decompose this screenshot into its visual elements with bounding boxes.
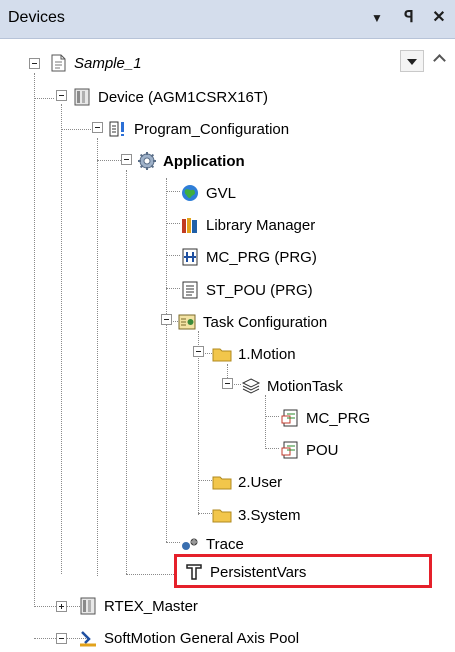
program-configuration-label: Program_Configuration (134, 120, 290, 138)
expander-program-configuration[interactable] (92, 122, 103, 133)
st-pou-label: ST_POU (PRG) (206, 281, 313, 299)
library-manager-label: Library Manager (206, 216, 316, 234)
task-configuration-label: Task Configuration (203, 313, 328, 331)
program-call-icon (281, 409, 298, 427)
tree-node-application[interactable]: Application (137, 148, 245, 174)
panel-title-bar: Devices ▼ ꟼ ✕ (0, 0, 455, 39)
panel-title: Devices (8, 9, 65, 26)
tree-node-library-manager[interactable]: Library Manager (180, 212, 315, 238)
tree-node-motion-task-mc-prg[interactable]: MC_PRG (280, 405, 370, 431)
rtex-master-label: RTEX_Master (104, 597, 198, 615)
tree-node-task-configuration[interactable]: Task Configuration (177, 309, 327, 335)
system-folder-label: 3.System (238, 506, 301, 524)
expander-device[interactable] (56, 90, 67, 101)
tree-node-motion-folder[interactable]: 1.Motion (212, 341, 296, 367)
highlight-box (174, 554, 432, 588)
program-configuration-icon (109, 121, 124, 137)
tree-node-system-folder[interactable]: 3.System (212, 502, 301, 528)
device-icon (74, 88, 90, 106)
text-document-icon (182, 281, 198, 299)
project-label: Sample_1 (74, 54, 142, 72)
tree-node-st-pou[interactable]: ST_POU (PRG) (180, 277, 313, 303)
tree-node-project[interactable]: Sample_1 (48, 50, 142, 76)
tree-node-mc-prg[interactable]: MC_PRG (PRG) (180, 244, 317, 270)
expander-application[interactable] (121, 154, 132, 165)
tree-node-user-folder[interactable]: 2.User (212, 469, 282, 495)
folder-icon (212, 476, 232, 490)
books-icon (182, 218, 197, 233)
tree-node-motion-task-pou[interactable]: POU (280, 437, 339, 463)
tree-node-motion-task[interactable]: MotionTask (241, 373, 343, 399)
close-button[interactable]: ✕ (427, 6, 451, 30)
folder-icon (212, 348, 232, 362)
axis-pool-icon (80, 631, 96, 647)
tree-node-rtex-master[interactable]: RTEX_Master (78, 593, 198, 619)
motion-folder-label: 1.Motion (238, 345, 296, 363)
devices-panel: Devices ▼ ꟼ ✕ Sample_1 Device (AGM1CSRX1… (0, 0, 455, 652)
mc-prg-label: MC_PRG (PRG) (206, 248, 317, 266)
layers-icon (241, 378, 261, 394)
trace-label: Trace (206, 535, 244, 553)
motion-task-label: MotionTask (267, 377, 343, 395)
panel-menu-button[interactable]: ▼ (365, 6, 389, 30)
device-label: Device (AGM1CSRX16T) (98, 88, 269, 106)
task-configuration-icon (178, 314, 196, 330)
user-folder-label: 2.User (238, 473, 283, 491)
motion-task-pou-label: POU (306, 441, 339, 459)
tree-node-device[interactable]: Device (AGM1CSRX16T) (72, 84, 268, 110)
expander-motion-task[interactable] (222, 378, 233, 389)
softmotion-pool-label: SoftMotion General Axis Pool (104, 629, 300, 647)
tree-node-softmotion-pool[interactable]: SoftMotion General Axis Pool (78, 625, 299, 651)
globe-icon (182, 185, 198, 201)
expander-rtex-master[interactable] (56, 601, 67, 612)
tree-node-gvl[interactable]: GVL (180, 180, 236, 206)
device-icon (80, 597, 96, 615)
program-call-icon (281, 441, 298, 459)
expander-sample-1[interactable] (29, 58, 40, 69)
expander-motion-folder[interactable] (193, 346, 204, 357)
gvl-label: GVL (206, 184, 237, 202)
application-label: Application (163, 152, 245, 170)
motion-task-mc-prg-label: MC_PRG (306, 409, 371, 427)
document-icon (51, 54, 66, 72)
expander-task-configuration[interactable] (161, 314, 172, 325)
gear-icon (138, 152, 156, 170)
trace-icon (182, 538, 198, 550)
ladder-icon (182, 248, 198, 266)
pin-button[interactable]: ꟼ (397, 6, 421, 30)
folder-icon (212, 509, 232, 523)
tree-node-program-configuration[interactable]: Program_Configuration (108, 116, 289, 142)
expander-softmotion-pool[interactable] (56, 633, 67, 644)
